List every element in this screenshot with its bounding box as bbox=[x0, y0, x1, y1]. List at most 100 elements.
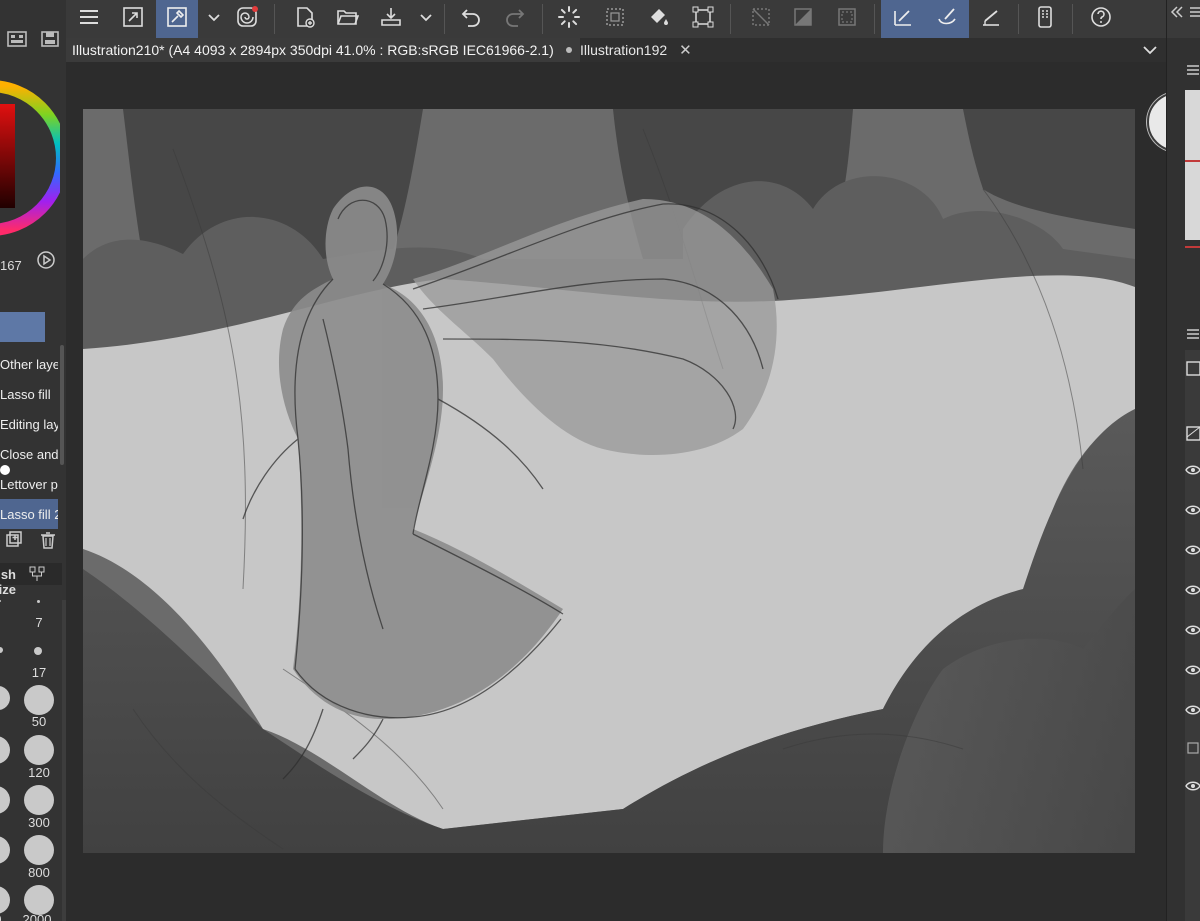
toolbar-separator bbox=[274, 4, 275, 34]
eye-icon[interactable] bbox=[1185, 463, 1200, 475]
eye-icon[interactable] bbox=[1185, 623, 1200, 635]
collapse-panel-icon[interactable] bbox=[1169, 4, 1185, 20]
toolbar-separator bbox=[542, 4, 543, 34]
layer-label: Editing layer bbox=[0, 416, 58, 432]
slider-knob[interactable] bbox=[0, 465, 10, 475]
eye-icon[interactable] bbox=[1185, 663, 1200, 675]
layer-item[interactable]: Lettover pen bbox=[0, 469, 58, 499]
brush-size-label: 250 bbox=[0, 815, 4, 830]
eye-icon[interactable] bbox=[1185, 703, 1200, 715]
brush-size-7[interactable] bbox=[37, 600, 40, 603]
open-file-button[interactable] bbox=[328, 0, 366, 38]
close-tab-icon[interactable]: ✕ bbox=[679, 41, 692, 59]
save-panel-icon[interactable] bbox=[40, 30, 60, 53]
brush-size-100[interactable] bbox=[0, 736, 10, 764]
document-tabs: Illustration210* (A4 4093 x 2894px 350dp… bbox=[66, 38, 1166, 62]
brush-size-800[interactable] bbox=[24, 835, 54, 865]
brush-size-1000[interactable] bbox=[0, 886, 10, 914]
panel-menu-icon[interactable] bbox=[1185, 62, 1200, 78]
brush-size-17[interactable] bbox=[34, 647, 42, 655]
eyedropper-dropdown[interactable] bbox=[202, 0, 226, 38]
layer-label: Close and fill bbox=[0, 446, 58, 462]
play-icon[interactable] bbox=[36, 250, 56, 270]
selection-transform-button[interactable] bbox=[596, 0, 634, 38]
ruler-pen-icon bbox=[891, 5, 915, 34]
brush-size-2000[interactable] bbox=[24, 885, 54, 915]
brush-size-120[interactable] bbox=[24, 735, 54, 765]
brush-size-label: 1000 bbox=[0, 912, 2, 921]
fill-button[interactable] bbox=[640, 0, 678, 38]
invert-selection-icon bbox=[791, 5, 815, 34]
brush-size-15[interactable] bbox=[0, 647, 3, 653]
tabs-overflow-chevron-icon[interactable] bbox=[1142, 42, 1158, 58]
resize-canvas-button[interactable] bbox=[114, 0, 152, 38]
selection-border-icon bbox=[835, 5, 859, 34]
layer-label: Other layers bbox=[0, 356, 58, 372]
invert-selection-button[interactable] bbox=[784, 0, 822, 38]
save-dropdown[interactable] bbox=[414, 0, 438, 38]
eye-icon[interactable] bbox=[1185, 779, 1200, 791]
layer-item[interactable]: Lasso fill bbox=[0, 379, 58, 409]
transform-button[interactable] bbox=[684, 0, 722, 38]
save-button[interactable] bbox=[372, 0, 410, 38]
eye-icon[interactable] bbox=[1185, 583, 1200, 595]
brush-preview-icon[interactable] bbox=[28, 565, 46, 583]
new-file-icon bbox=[293, 5, 317, 34]
layer-item[interactable]: Other layers bbox=[0, 349, 58, 379]
film-strip-icon[interactable] bbox=[6, 30, 27, 53]
menu-button[interactable] bbox=[70, 0, 108, 38]
layer-item-selected[interactable]: Lasso fill 2 bbox=[0, 499, 58, 529]
right-panel-header bbox=[1167, 0, 1200, 38]
brush-size-300[interactable] bbox=[24, 785, 54, 815]
ruler-pen-button[interactable] bbox=[881, 0, 925, 38]
selection-transform-icon bbox=[603, 5, 627, 34]
tab-illustration192[interactable]: Illustration192 ✕ bbox=[580, 38, 700, 62]
layer-hidden-box-icon[interactable] bbox=[1185, 740, 1200, 756]
brush-size-label: 40 bbox=[0, 714, 6, 729]
brush-stroke-button[interactable] bbox=[925, 0, 969, 38]
ruler-line-icon bbox=[979, 5, 1003, 34]
layer-list-scrollbar[interactable] bbox=[60, 345, 64, 465]
new-file-button[interactable] bbox=[286, 0, 324, 38]
loading-button[interactable] bbox=[550, 0, 588, 38]
layer-item[interactable]: Close and fill bbox=[0, 439, 58, 469]
brush-size-label: 5 bbox=[0, 615, 8, 630]
layer-group-header[interactable] bbox=[0, 312, 45, 342]
eye-icon[interactable] bbox=[1185, 503, 1200, 515]
smartphone-button[interactable] bbox=[1026, 0, 1064, 38]
navigator-preview[interactable] bbox=[1185, 90, 1200, 240]
brush-size-label: 15 bbox=[0, 665, 8, 680]
selection-border-button[interactable] bbox=[828, 0, 866, 38]
brush-size-250[interactable] bbox=[0, 786, 10, 814]
tab-illustration210[interactable]: Illustration210* (A4 4093 x 2894px 350dp… bbox=[66, 38, 580, 62]
redo-button[interactable] bbox=[496, 0, 534, 38]
artwork-canvas[interactable] bbox=[83, 109, 1135, 853]
brush-size-label: 100 bbox=[0, 765, 4, 780]
layer-thumbnail-icon[interactable] bbox=[1185, 360, 1200, 376]
help-icon bbox=[1089, 5, 1113, 34]
eyedropper-button[interactable] bbox=[156, 0, 198, 38]
toolbar-separator bbox=[1018, 4, 1019, 34]
layer-item[interactable]: Editing layer bbox=[0, 409, 58, 439]
brush-size-50[interactable] bbox=[24, 685, 54, 715]
brush-size-label: 17 bbox=[31, 665, 47, 680]
brush-size-700[interactable] bbox=[0, 836, 10, 864]
transform-icon bbox=[691, 5, 715, 34]
help-button[interactable] bbox=[1082, 0, 1120, 38]
color-wheel[interactable] bbox=[0, 66, 66, 246]
ruler-line-button[interactable] bbox=[972, 0, 1010, 38]
panel-grip-icon[interactable] bbox=[1187, 4, 1200, 20]
spiral-button[interactable] bbox=[228, 0, 266, 38]
panel-menu-icon[interactable] bbox=[1185, 326, 1200, 342]
brush-size-40[interactable] bbox=[0, 686, 10, 710]
layer-label: Lasso fill 2 bbox=[0, 506, 58, 522]
toolbar-separator bbox=[444, 4, 445, 34]
save-icon bbox=[379, 5, 403, 34]
layer-folder-icon[interactable] bbox=[1185, 425, 1200, 441]
brush-size-5[interactable] bbox=[0, 600, 1, 602]
loading-spinner-icon bbox=[557, 5, 581, 34]
undo-button[interactable] bbox=[452, 0, 490, 38]
deselect-button[interactable] bbox=[742, 0, 780, 38]
eye-icon[interactable] bbox=[1185, 543, 1200, 555]
canvas-area[interactable] bbox=[66, 62, 1200, 921]
